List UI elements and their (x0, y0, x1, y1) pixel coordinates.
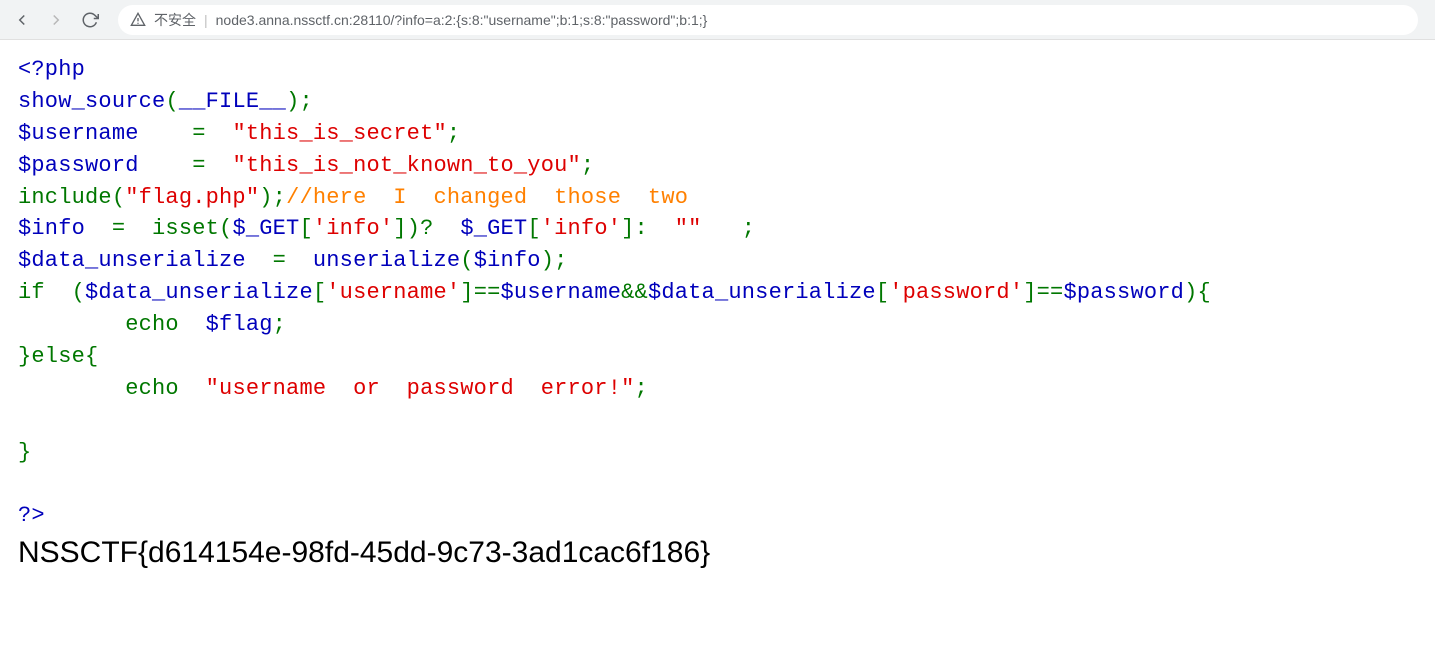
code-token: = (139, 153, 233, 178)
code-token: $username (501, 280, 622, 305)
code-token: "" (675, 216, 702, 241)
code-token: ?> (18, 503, 45, 528)
php-source-code: <?php show_source(__FILE__); $username =… (18, 54, 1417, 532)
url-separator: | (204, 12, 208, 28)
browser-toolbar: 不安全 | node3.anna.nssctf.cn:28110/?info=a… (0, 0, 1435, 40)
code-token: ]== (1023, 280, 1063, 305)
code-token: [ (313, 280, 326, 305)
code-token: [ (876, 280, 889, 305)
back-button[interactable] (10, 8, 34, 32)
code-token: $flag (206, 312, 273, 337)
code-token: ); (259, 185, 286, 210)
forward-button[interactable] (44, 8, 68, 32)
flag-output: NSSCTF{d614154e-98fd-45dd-9c73-3ad1cac6f… (18, 536, 1417, 570)
code-token: }else{ (18, 344, 98, 369)
code-token: __FILE__ (179, 89, 286, 114)
code-token: <?php (18, 57, 85, 82)
code-token: $_GET (460, 216, 527, 241)
code-token: ])? (393, 216, 460, 241)
code-token: $info (474, 248, 541, 273)
code-token: [ (299, 216, 312, 241)
code-token: 'username' (326, 280, 460, 305)
code-token: "username or password error!" (206, 376, 635, 401)
code-token: $_GET (232, 216, 299, 241)
code-token: "this_is_not_known_to_you" (232, 153, 580, 178)
code-token: echo (18, 312, 206, 337)
code-token: ; (702, 216, 756, 241)
code-token: $data_unserialize (85, 280, 313, 305)
page-content: <?php show_source(__FILE__); $username =… (0, 40, 1435, 584)
code-token: = (139, 121, 233, 146)
code-token: "this_is_secret" (232, 121, 446, 146)
code-token: ; (447, 121, 460, 146)
code-token: $password (18, 153, 139, 178)
code-token: 'info' (313, 216, 393, 241)
warning-icon (130, 12, 146, 28)
code-token: } (18, 440, 31, 465)
code-token: show_source (18, 89, 165, 114)
code-token: && (621, 280, 648, 305)
code-token: 'info' (541, 216, 621, 241)
code-token: 'password' (889, 280, 1023, 305)
code-token: [ (527, 216, 540, 241)
code-token (18, 472, 31, 497)
code-token: $data_unserialize (18, 248, 246, 273)
code-token: unserialize (313, 248, 460, 273)
insecure-label: 不安全 (154, 10, 196, 30)
reload-button[interactable] (78, 8, 102, 32)
code-token: = isset( (85, 216, 232, 241)
code-token: ( (165, 89, 178, 114)
code-token: "flag.php" (125, 185, 259, 210)
code-token: ; (273, 312, 286, 337)
code-token: ; (635, 376, 648, 401)
code-token: ( (460, 248, 473, 273)
code-token: include( (18, 185, 125, 210)
code-token: ]: (621, 216, 675, 241)
code-token: ; (581, 153, 594, 178)
code-token: echo (18, 376, 206, 401)
code-token: ); (541, 248, 568, 273)
code-token: ); (286, 89, 313, 114)
code-token: $username (18, 121, 139, 146)
code-token (18, 408, 31, 433)
code-token: //here I changed those two (286, 185, 688, 210)
code-token: = (246, 248, 313, 273)
code-token: $info (18, 216, 85, 241)
code-token: $password (1063, 280, 1184, 305)
code-token: $data_unserialize (648, 280, 876, 305)
code-token: ]== (460, 280, 500, 305)
url-text: node3.anna.nssctf.cn:28110/?info=a:2:{s:… (216, 12, 708, 28)
address-bar[interactable]: 不安全 | node3.anna.nssctf.cn:28110/?info=a… (118, 5, 1418, 35)
code-token: if ( (18, 280, 85, 305)
code-token: ){ (1184, 280, 1211, 305)
